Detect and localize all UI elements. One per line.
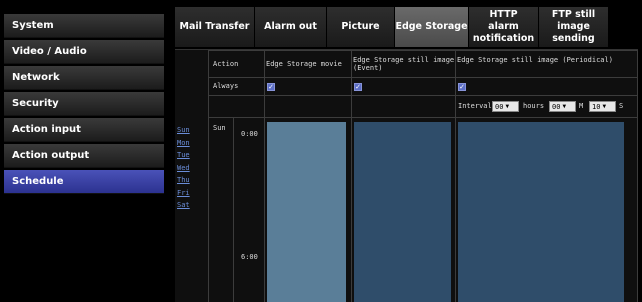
sidebar-item-action-output[interactable]: Action output — [4, 144, 164, 168]
action-header: Action — [213, 60, 239, 68]
tab-bar: Mail Transfer Alarm out Picture Edge Sto… — [175, 7, 609, 47]
seconds-label: S — [619, 102, 624, 110]
sidebar-item-system[interactable]: System — [4, 14, 164, 38]
sidebar-item-label: Network — [12, 72, 60, 83]
day-link-thu[interactable]: Thu — [177, 174, 190, 187]
check-icon: ✓ — [355, 82, 361, 91]
sidebar-item-video-audio[interactable]: Video / Audio — [4, 40, 164, 64]
grid-line — [233, 117, 234, 302]
tab-label: FTP still image sending — [551, 9, 596, 44]
sidebar-item-label: Security — [12, 98, 59, 109]
always-label: Always — [213, 82, 239, 90]
select-value: 00 — [495, 102, 504, 111]
time-label-0: 0:00 — [241, 130, 258, 138]
tab-label: HTTP alarm notification — [472, 9, 535, 44]
sidebar-item-schedule[interactable]: Schedule — [4, 170, 164, 194]
tab-label: Alarm out — [264, 21, 317, 32]
always-event-checkbox[interactable]: ✓ — [354, 83, 362, 91]
day-link-tue[interactable]: Tue — [177, 149, 190, 162]
grid-line — [208, 77, 638, 78]
grid-line — [264, 50, 265, 302]
sidebar-item-security[interactable]: Security — [4, 92, 164, 116]
grid-line — [637, 50, 638, 302]
grid-line — [351, 50, 352, 302]
select-value: 10 — [592, 102, 601, 111]
tab-edge-storage[interactable]: Edge Storage — [395, 7, 469, 47]
day-link-fri[interactable]: Fri — [177, 187, 190, 200]
sidebar-item-label: Schedule — [12, 176, 64, 187]
grid-line — [208, 50, 638, 51]
column-header-still-periodical: Edge Storage still image (Periodical) — [457, 56, 613, 64]
sidebar-item-label: Action output — [12, 150, 90, 161]
always-periodical-checkbox[interactable]: ✓ — [458, 83, 466, 91]
interval-seconds-select[interactable]: 10 ▼ — [589, 101, 616, 112]
schedule-bar-movie[interactable] — [267, 122, 346, 302]
schedule-panel: Sun Mon Tue Wed Thu Fri Sat Action Edge … — [175, 49, 638, 302]
grid-line — [208, 95, 638, 96]
schedule-bar-still-periodical[interactable] — [458, 122, 624, 302]
tab-mail-transfer[interactable]: Mail Transfer — [175, 7, 255, 47]
always-movie-checkbox[interactable]: ✓ — [267, 83, 275, 91]
interval-minutes-select[interactable]: 00 ▼ — [549, 101, 576, 112]
sidebar-item-label: Action input — [12, 124, 81, 135]
tab-label: Edge Storage — [395, 21, 468, 32]
hours-label: hours — [523, 102, 545, 110]
schedule-bar-still-event[interactable] — [354, 122, 451, 302]
time-label-6: 6:00 — [241, 253, 258, 261]
check-icon: ✓ — [268, 82, 274, 91]
tab-picture[interactable]: Picture — [327, 7, 395, 47]
tab-ftp-still-image-sending[interactable]: FTP still image sending — [539, 7, 609, 47]
day-link-sat[interactable]: Sat — [177, 199, 190, 212]
check-icon: ✓ — [459, 82, 465, 91]
tab-label: Mail Transfer — [179, 21, 250, 32]
tab-alarm-out[interactable]: Alarm out — [255, 7, 327, 47]
grid-line — [208, 50, 209, 302]
day-link-mon[interactable]: Mon — [177, 137, 190, 150]
column-header-still-event: Edge Storage still image (Event) — [353, 56, 455, 72]
column-header-movie: Edge Storage movie — [266, 60, 342, 68]
day-link-sun[interactable]: Sun — [177, 124, 190, 137]
sidebar: System Video / Audio Network Security Ac… — [4, 14, 164, 196]
tab-label: Picture — [341, 21, 380, 32]
tab-http-alarm-notification[interactable]: HTTP alarm notification — [469, 7, 539, 47]
sidebar-item-action-input[interactable]: Action input — [4, 118, 164, 142]
day-link-wed[interactable]: Wed — [177, 162, 190, 175]
chevron-down-icon: ▼ — [562, 103, 567, 110]
minutes-label: M — [579, 102, 584, 110]
interval-label: Interval — [458, 102, 492, 110]
sidebar-item-network[interactable]: Network — [4, 66, 164, 90]
sidebar-item-label: Video / Audio — [12, 46, 87, 57]
sidebar-item-label: System — [12, 20, 54, 31]
grid-line — [455, 50, 456, 302]
interval-hours-select[interactable]: 00 ▼ — [492, 101, 519, 112]
current-day-label: Sun — [213, 124, 226, 132]
chevron-down-icon: ▼ — [602, 103, 607, 110]
chevron-down-icon: ▼ — [505, 103, 510, 110]
grid-line — [208, 117, 638, 118]
select-value: 00 — [552, 102, 561, 111]
day-links: Sun Mon Tue Wed Thu Fri Sat — [177, 124, 190, 212]
